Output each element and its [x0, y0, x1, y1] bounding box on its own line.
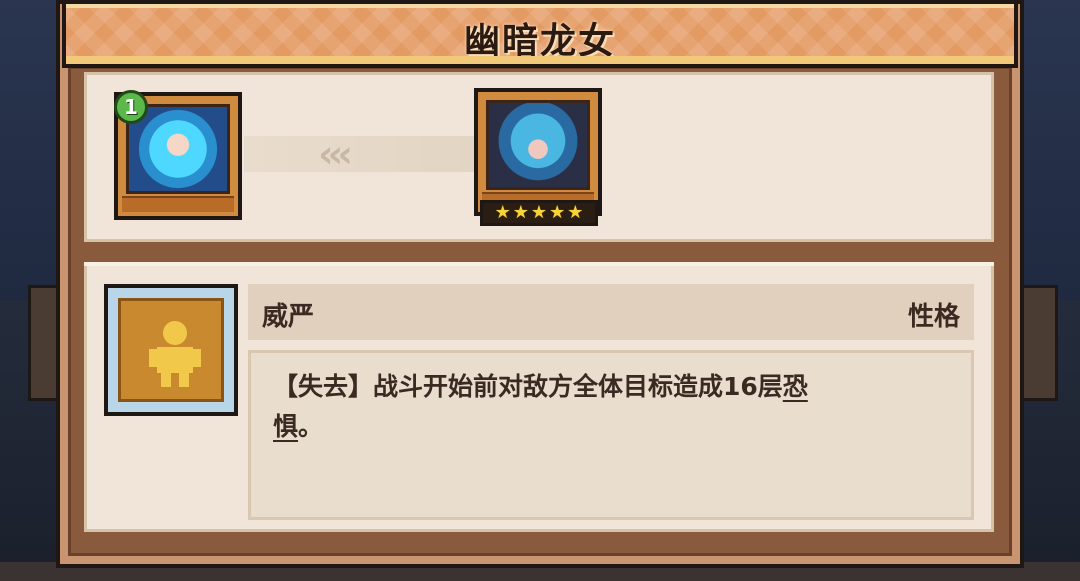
star-icon: ★: [549, 202, 566, 223]
evolution-arrow-track: [244, 136, 474, 172]
portrait-plate: [122, 196, 234, 212]
star-icon: ★: [567, 202, 584, 223]
title-bar: 幽暗龙女: [62, 0, 1018, 68]
trait-silhouette-icon: [149, 321, 201, 387]
level-badge: 1: [114, 90, 148, 124]
trait-header: 威严 性格: [248, 284, 974, 340]
title-bar-gold-edge: [66, 56, 1014, 64]
hero-portrait-dark-dragon-girl-icon: [486, 100, 590, 190]
trait-name: 威严: [262, 302, 315, 332]
star-rating: ★ ★ ★ ★ ★: [480, 200, 598, 226]
trait-icon-frame[interactable]: [104, 284, 238, 416]
keyword-fear-link[interactable]: 恐: [783, 372, 808, 401]
keyword-fear-link-cont[interactable]: 惧: [273, 412, 298, 441]
trait-description: 【失去】战斗开始前对敌方全体目标造成16层恐惧。: [273, 367, 953, 447]
chevron-left-icon: ‹‹‹: [318, 132, 353, 176]
description-text: 【失去】战斗开始前对敌方全体目标造成16层: [273, 372, 783, 401]
trait-icon-background: [118, 298, 224, 402]
trait-description-box: 【失去】战斗开始前对敌方全体目标造成16层恐惧。: [248, 350, 974, 520]
description-end: 。: [298, 412, 324, 441]
title-bar-top-edge: [66, 4, 1014, 8]
star-icon: ★: [530, 202, 548, 223]
star-icon: ★: [512, 202, 529, 223]
hero-to-portrait[interactable]: [474, 88, 602, 216]
star-icon: ★: [494, 202, 511, 223]
trait-type-label: 性格: [907, 302, 960, 332]
